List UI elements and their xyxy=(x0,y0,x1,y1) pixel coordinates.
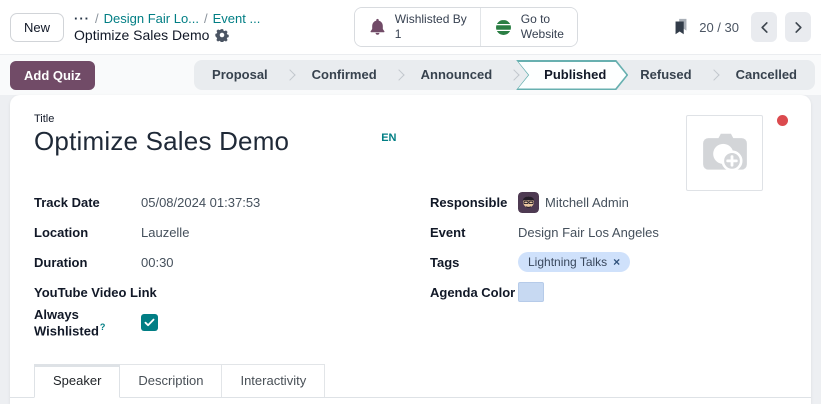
field-tags: Tags Lightning Talks × xyxy=(430,247,787,277)
chevron-separator-icon xyxy=(284,69,295,80)
tag-remove-icon[interactable]: × xyxy=(613,256,620,268)
breadcrumb-current-record: Optimize Sales Demo xyxy=(74,27,209,43)
location-label: Location xyxy=(34,225,141,240)
statusbar-step-published-label: Published xyxy=(516,67,628,82)
tab-speaker[interactable]: Speaker xyxy=(34,364,120,398)
record-action-buttons: Wishlisted By 1 Go to Website xyxy=(354,7,578,47)
pager-next-button[interactable] xyxy=(785,12,811,42)
statusbar-step-announced[interactable]: Announced xyxy=(405,60,509,90)
track-image-placeholder[interactable] xyxy=(686,115,763,191)
globe-icon xyxy=(494,18,513,37)
pager-count: 20 / 30 xyxy=(699,20,739,35)
breadcrumb-link-design-fair[interactable]: Design Fair Lo... xyxy=(104,11,199,26)
statusbar-step-proposal[interactable]: Proposal xyxy=(196,60,284,90)
field-columns: Track Date 05/08/2024 01:37:53 Location … xyxy=(34,187,787,338)
tags-label: Tags xyxy=(430,255,518,270)
event-value[interactable]: Design Fair Los Angeles xyxy=(518,225,787,240)
right-field-column: Responsible Mitchell Admin Event Design … xyxy=(430,187,787,307)
left-field-column: Track Date 05/08/2024 01:37:53 Location … xyxy=(34,187,406,338)
breadcrumb: ··· / Design Fair Lo... / Event ... Opti… xyxy=(74,11,260,43)
chevron-separator-icon xyxy=(393,69,404,80)
always-wishlisted-label: Always Wishlisted? xyxy=(34,307,141,338)
field-agenda-color: Agenda Color xyxy=(430,277,787,307)
location-value[interactable]: Lauzelle xyxy=(141,225,406,240)
field-location: Location Lauzelle xyxy=(34,217,406,247)
agenda-color-label: Agenda Color xyxy=(430,285,518,300)
breadcrumb-overflow-menu[interactable]: ··· xyxy=(74,11,90,26)
field-duration: Duration 00:30 xyxy=(34,247,406,277)
responsible-avatar xyxy=(518,192,539,213)
field-track-date: Track Date 05/08/2024 01:37:53 xyxy=(34,187,406,217)
pager: 20 / 30 xyxy=(671,12,811,42)
new-button[interactable]: New xyxy=(10,13,64,42)
breadcrumb-separator: / xyxy=(204,11,208,26)
action-status-row: Add Quiz Proposal Confirmed Announced Pu… xyxy=(0,55,821,95)
go-to-label: Go to xyxy=(521,12,550,27)
breadcrumb-link-event[interactable]: Event ... xyxy=(213,11,261,26)
breadcrumb-area: New ··· / Design Fair Lo... / Event ... … xyxy=(10,11,260,43)
bell-icon xyxy=(368,17,387,37)
form-sheet: Title Optimize Sales Demo EN Track Date … xyxy=(10,95,811,404)
title-field-label: Title xyxy=(34,113,787,125)
notebook-tabs: Speaker Description Interactivity xyxy=(10,364,811,398)
website-published-dot[interactable] xyxy=(777,115,788,126)
field-youtube-video-link: YouTube Video Link xyxy=(34,277,406,307)
top-control-bar: New ··· / Design Fair Lo... / Event ... … xyxy=(0,0,821,55)
duration-value[interactable]: 00:30 xyxy=(141,255,406,270)
tag-lightning-talks[interactable]: Lightning Talks × xyxy=(518,252,630,272)
pager-previous-button[interactable] xyxy=(751,12,777,42)
field-event: Event Design Fair Los Angeles xyxy=(430,217,787,247)
statusbar-step-refused[interactable]: Refused xyxy=(624,60,707,90)
wishlisted-by-count: 1 xyxy=(395,27,402,42)
track-date-label: Track Date xyxy=(34,195,141,210)
youtube-video-link-label: YouTube Video Link xyxy=(34,285,406,300)
add-quiz-button[interactable]: Add Quiz xyxy=(10,61,95,90)
event-label: Event xyxy=(430,225,518,240)
go-to-website-button[interactable]: Go to Website xyxy=(480,8,577,46)
duration-label: Duration xyxy=(34,255,141,270)
tab-interactivity[interactable]: Interactivity xyxy=(222,364,325,397)
statusbar-step-confirmed[interactable]: Confirmed xyxy=(296,60,393,90)
wishlisted-by-button[interactable]: Wishlisted By 1 xyxy=(355,8,480,46)
language-badge[interactable]: EN xyxy=(381,132,396,144)
page-title[interactable]: Optimize Sales Demo xyxy=(34,126,289,157)
help-marker: ? xyxy=(100,322,106,332)
gear-icon[interactable] xyxy=(215,28,229,42)
statusbar-step-cancelled[interactable]: Cancelled xyxy=(720,60,813,90)
responsible-label: Responsible xyxy=(430,195,518,210)
tag-label: Lightning Talks xyxy=(528,255,607,269)
always-wishlisted-checkbox[interactable] xyxy=(141,314,158,331)
statusbar: Proposal Confirmed Announced Published R… xyxy=(194,60,815,90)
wishlisted-by-label: Wishlisted By xyxy=(395,12,467,27)
field-always-wishlisted: Always Wishlisted? xyxy=(34,307,406,338)
breadcrumb-separator: / xyxy=(95,11,99,26)
field-responsible: Responsible Mitchell Admin xyxy=(430,187,787,217)
camera-add-icon xyxy=(697,128,753,178)
website-label: Website xyxy=(521,27,564,42)
tab-description[interactable]: Description xyxy=(120,364,222,397)
bookmarks-icon[interactable] xyxy=(671,16,691,38)
chevron-separator-icon xyxy=(708,69,719,80)
track-date-value[interactable]: 05/08/2024 01:37:53 xyxy=(141,195,406,210)
agenda-color-swatch[interactable] xyxy=(518,282,544,302)
responsible-value[interactable]: Mitchell Admin xyxy=(545,195,629,210)
statusbar-step-published-active[interactable]: Published xyxy=(516,60,628,90)
